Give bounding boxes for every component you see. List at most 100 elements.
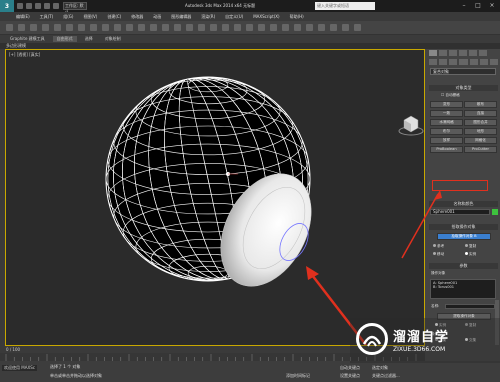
radio-instance[interactable]: 实例: [465, 252, 476, 257]
app-logo-icon[interactable]: 3: [0, 0, 14, 12]
autokey-button[interactable]: 自动关键点: [340, 365, 360, 371]
menu-item[interactable]: 编辑(E): [16, 14, 30, 20]
redo-icon[interactable]: [18, 24, 25, 31]
maximize-icon[interactable]: □: [472, 1, 484, 10]
select-by-name-icon[interactable]: [90, 24, 97, 31]
unlink-icon[interactable]: [42, 24, 49, 31]
percent-snap-icon[interactable]: [210, 24, 217, 31]
open-file-icon[interactable]: [26, 3, 32, 9]
redo-icon[interactable]: [53, 3, 59, 9]
ribbon-tab[interactable]: 对象绘制: [101, 36, 125, 42]
object-type-button[interactable]: 放样: [430, 137, 463, 144]
modify-tab-icon[interactable]: [439, 50, 447, 56]
shapes-icon[interactable]: [439, 59, 448, 65]
selected-dropdown[interactable]: 选定对象: [372, 365, 388, 371]
systems-icon[interactable]: [489, 59, 498, 65]
operand-b-item[interactable]: B: Torus001: [433, 285, 493, 289]
spacewarps-icon[interactable]: [479, 59, 488, 65]
named-sel-icon[interactable]: [234, 24, 241, 31]
layer-icon[interactable]: [270, 24, 277, 31]
name-color-rollout[interactable]: 名称和颜色: [429, 201, 498, 207]
frame-window-icon[interactable]: [342, 24, 349, 31]
curve-editor-icon[interactable]: [294, 24, 301, 31]
object-type-button[interactable]: 网格化: [464, 137, 497, 144]
object-name-input[interactable]: Sphere001: [430, 209, 490, 215]
display-tab-icon[interactable]: [469, 50, 477, 56]
object-color-swatch[interactable]: [492, 209, 498, 215]
cameras-icon[interactable]: [459, 59, 468, 65]
object-type-button[interactable]: ProCutter: [464, 146, 497, 153]
menu-item[interactable]: 图形编辑器: [171, 14, 191, 20]
search-input[interactable]: 键入关键字或短语: [315, 2, 375, 10]
menu-item[interactable]: 组(G): [63, 14, 73, 20]
category-dropdown[interactable]: 复合对象: [430, 68, 496, 75]
link-icon[interactable]: [30, 24, 37, 31]
menu-item[interactable]: MAXScript(X): [253, 14, 279, 19]
save-file-icon[interactable]: [35, 3, 41, 9]
radio-reference[interactable]: 参考: [433, 244, 444, 249]
spinner-snap-icon[interactable]: [222, 24, 229, 31]
utilities-tab-icon[interactable]: [479, 50, 487, 56]
close-icon[interactable]: ×: [486, 1, 498, 10]
object-type-button[interactable]: ProBoolean: [430, 146, 463, 153]
viewcube-icon[interactable]: [398, 112, 424, 140]
object-type-button[interactable]: 地形: [464, 128, 497, 135]
menu-item[interactable]: 修改器: [131, 14, 143, 20]
setkey-button[interactable]: 设置关键点: [340, 373, 360, 379]
ribbon-tab[interactable]: 选择: [81, 36, 97, 42]
mirror-icon[interactable]: [246, 24, 253, 31]
object-type-button[interactable]: 一致: [430, 110, 463, 117]
object-type-rollout[interactable]: 对象类型: [429, 85, 498, 91]
select-icon[interactable]: [78, 24, 85, 31]
create-tab-icon[interactable]: [429, 50, 437, 56]
undo-icon[interactable]: [6, 24, 13, 31]
menu-item[interactable]: 视图(V): [83, 14, 97, 20]
operands-list[interactable]: A: Sphere001 B: Torus001: [430, 279, 496, 299]
render-icon[interactable]: [354, 24, 361, 31]
pick-operand-b-button[interactable]: 拾取操作对象 B: [437, 233, 491, 240]
perspective-viewport[interactable]: [+] [透视] [真实]: [5, 49, 425, 346]
lights-icon[interactable]: [449, 59, 458, 65]
object-type-button[interactable]: 图形合并: [464, 119, 497, 126]
radio-move[interactable]: 移动: [433, 252, 444, 257]
menu-item[interactable]: 自定义(U): [225, 14, 243, 20]
filter-icon[interactable]: [66, 24, 73, 31]
window-icon[interactable]: [114, 24, 121, 31]
region-icon[interactable]: [102, 24, 109, 31]
radio-copy[interactable]: 复制: [465, 244, 476, 249]
operand-name-input[interactable]: [445, 304, 495, 309]
helpers-icon[interactable]: [469, 59, 478, 65]
scale-icon[interactable]: [150, 24, 157, 31]
ribbon-toggle-icon[interactable]: [282, 24, 289, 31]
ribbon-tab[interactable]: 自由形式: [52, 36, 77, 42]
material-editor-icon[interactable]: [318, 24, 325, 31]
object-type-button[interactable]: 布尔: [430, 128, 463, 135]
menu-item[interactable]: 动画: [153, 14, 161, 20]
bind-icon[interactable]: [54, 24, 61, 31]
parameters-rollout[interactable]: 参数: [429, 263, 498, 269]
refcoord-icon[interactable]: [162, 24, 169, 31]
geometry-icon[interactable]: [429, 59, 438, 65]
rotate-icon[interactable]: [138, 24, 145, 31]
minimize-icon[interactable]: –: [458, 1, 470, 10]
undo-icon[interactable]: [44, 3, 50, 9]
object-type-button[interactable]: 散布: [464, 101, 497, 108]
maxscript-listener[interactable]: 欢迎使用 MAXSc: [2, 365, 37, 371]
menu-item[interactable]: 工具(T): [40, 14, 54, 20]
hierarchy-tab-icon[interactable]: [449, 50, 457, 56]
autogrid-checkbox[interactable]: ☐ 自动栅格: [441, 93, 460, 98]
add-time-tag[interactable]: 添加时间标记: [286, 373, 310, 379]
snap-icon[interactable]: [186, 24, 193, 31]
align-icon[interactable]: [258, 24, 265, 31]
object-type-button[interactable]: 变形: [430, 101, 463, 108]
keyfilter-button[interactable]: 关键点过滤器...: [372, 373, 400, 379]
menu-item[interactable]: 渲染(R): [201, 14, 215, 20]
motion-tab-icon[interactable]: [459, 50, 467, 56]
pick-operand-rollout[interactable]: 拾取操作对象: [429, 224, 498, 230]
pivot-icon[interactable]: [174, 24, 181, 31]
angle-snap-icon[interactable]: [198, 24, 205, 31]
menu-item[interactable]: 帮助(H): [290, 14, 304, 20]
workspace-dropdown[interactable]: 工作区: 默认: [63, 2, 87, 14]
object-type-button[interactable]: 水滴网格: [430, 119, 463, 126]
new-file-icon[interactable]: [17, 3, 23, 9]
